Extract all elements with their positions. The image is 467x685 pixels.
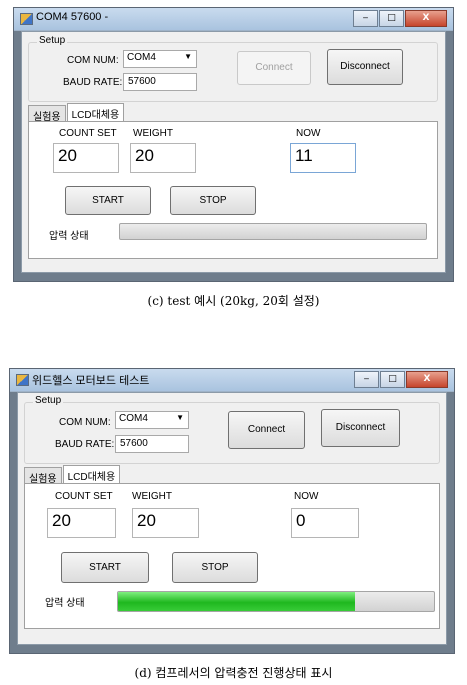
baud-rate-label: BAUD RATE: — [63, 77, 123, 88]
disconnect-button[interactable]: Disconnect — [327, 49, 403, 85]
start-button[interactable]: START — [61, 552, 149, 583]
window-client: Setup COM NUM: COM4 ▼ BAUD RATE: 57600 C… — [21, 31, 446, 273]
pressure-progress-bar — [117, 591, 435, 612]
com-num-label: COM NUM: — [59, 417, 111, 428]
com-num-dropdown[interactable]: COM4 ▼ — [123, 50, 197, 68]
setup-group: Setup COM NUM: COM4 ▼ BAUD RATE: 57600 C… — [24, 395, 440, 464]
count-set-label: COUNT SET — [59, 128, 117, 139]
window-title: 위드헬스 모터보드 테스트 — [32, 375, 150, 387]
chevron-down-icon: ▼ — [184, 52, 192, 61]
progress-fill — [118, 592, 355, 611]
setup-group: Setup COM NUM: COM4 ▼ BAUD RATE: 57600 C… — [28, 35, 438, 102]
maximize-button[interactable]: □ — [379, 10, 404, 27]
weight-label: WEIGHT — [133, 128, 173, 139]
window-title: COM4 57600 - — [36, 11, 109, 23]
count-set-label: COUNT SET — [55, 491, 113, 502]
disconnect-button[interactable]: Disconnect — [321, 409, 400, 447]
close-button[interactable]: X — [405, 10, 447, 27]
screenshot-d: 위드헬스 모터보드 테스트 ‒ □ X Setup COM NUM: COM4 … — [9, 368, 455, 654]
setup-legend: Setup — [37, 35, 68, 46]
tab-page-lcd: COUNT SET 20 WEIGHT 20 NOW 11 START STOP… — [28, 121, 438, 259]
minimize-button[interactable]: ‒ — [354, 371, 379, 388]
now-field[interactable]: 0 — [291, 508, 359, 538]
weight-field[interactable]: 20 — [130, 143, 196, 173]
tab-page-lcd: COUNT SET 20 WEIGHT 20 NOW 0 START STOP … — [24, 483, 440, 629]
window-client: Setup COM NUM: COM4 ▼ BAUD RATE: 57600 C… — [17, 392, 447, 645]
com-num-dropdown[interactable]: COM4 ▼ — [115, 411, 189, 429]
pressure-progress-bar — [119, 223, 427, 240]
count-set-field[interactable]: 20 — [53, 143, 119, 173]
now-field[interactable]: 11 — [290, 143, 356, 173]
start-button[interactable]: START — [65, 186, 151, 215]
minimize-button[interactable]: ‒ — [353, 10, 378, 27]
title-bar[interactable]: COM4 57600 - ‒ □ X — [14, 8, 453, 31]
pressure-status-label: 압력 상태 — [49, 231, 89, 242]
baud-rate-label: BAUD RATE: — [55, 439, 115, 450]
count-set-field[interactable]: 20 — [47, 508, 116, 538]
close-button[interactable]: X — [406, 371, 448, 388]
title-bar[interactable]: 위드헬스 모터보드 테스트 ‒ □ X — [10, 369, 454, 392]
setup-legend: Setup — [33, 395, 64, 406]
com-num-value: COM4 — [127, 52, 156, 63]
connect-button[interactable]: Connect — [237, 51, 311, 85]
caption-d: (d) 컴프레서의 압력충전 진행상태 표시 — [134, 666, 333, 680]
baud-rate-field[interactable]: 57600 — [115, 435, 189, 453]
connect-button[interactable]: Connect — [228, 411, 305, 449]
now-label: NOW — [294, 491, 319, 502]
baud-rate-field[interactable]: 57600 — [123, 73, 197, 91]
screenshot-c: COM4 57600 - ‒ □ X Setup COM NUM: COM4 ▼… — [13, 7, 454, 282]
window-controls: ‒ □ X — [353, 371, 448, 388]
stop-button[interactable]: STOP — [170, 186, 256, 215]
now-label: NOW — [296, 128, 321, 139]
chevron-down-icon: ▼ — [176, 413, 184, 422]
stop-button[interactable]: STOP — [172, 552, 258, 583]
com-num-label: COM NUM: — [67, 55, 119, 66]
window-controls: ‒ □ X — [352, 10, 447, 27]
pressure-status-label: 압력 상태 — [45, 598, 85, 609]
weight-field[interactable]: 20 — [132, 508, 199, 538]
app-icon — [16, 374, 29, 386]
caption-c: (c) test 예시 (20kg, 20회 설정) — [147, 294, 320, 308]
maximize-button[interactable]: □ — [380, 371, 405, 388]
com-num-value: COM4 — [119, 413, 148, 424]
app-icon — [20, 13, 33, 25]
weight-label: WEIGHT — [132, 491, 172, 502]
